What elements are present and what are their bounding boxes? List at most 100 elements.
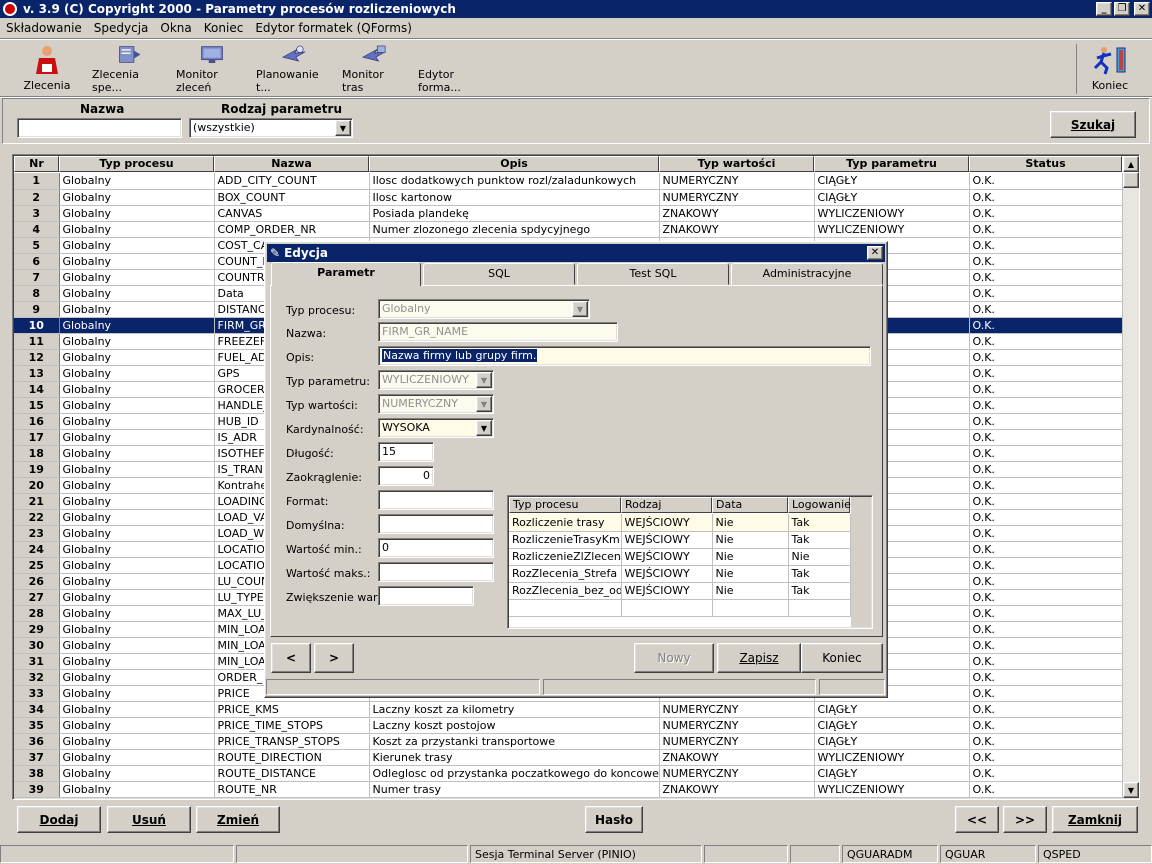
subgrid-cell-data-cennika[interactable]: Nie <box>712 514 789 532</box>
subgrid-cell-rodzaj[interactable]: WEJŚCIOWY <box>621 565 713 583</box>
cell-nr[interactable]: 9 <box>14 301 60 318</box>
cell-typ-procesu[interactable]: Globalny <box>59 749 215 766</box>
subgrid-cell-typ-procesu[interactable]: RozliczenieZlZlecenia_ <box>509 548 622 566</box>
cell-nazwa[interactable]: CANVAS <box>214 205 370 222</box>
password-button[interactable]: Hasło <box>585 806 643 833</box>
cell-status[interactable]: O.K. <box>969 317 1123 334</box>
cell-nr[interactable]: 33 <box>14 685 60 702</box>
col-header-nr[interactable]: Nr <box>14 156 59 172</box>
cell-status[interactable]: O.K. <box>969 557 1123 574</box>
cell-typ-procesu[interactable]: Globalny <box>59 541 215 558</box>
subgrid-cell-logowanie[interactable]: Nie <box>788 548 851 566</box>
cell-typ-procesu[interactable]: Globalny <box>59 269 215 286</box>
cell-typ-procesu[interactable]: Globalny <box>59 653 215 670</box>
cell-nr[interactable]: 36 <box>14 733 60 750</box>
cell-nr[interactable]: 39 <box>14 781 60 798</box>
cell-status[interactable]: O.K. <box>969 205 1123 222</box>
cell-typ-procesu[interactable]: Globalny <box>59 765 215 782</box>
nazwa-field[interactable]: FIRM_GR_NAME <box>378 322 618 342</box>
scroll-down-icon[interactable]: ▼ <box>1123 782 1139 798</box>
cell-status[interactable]: O.K. <box>969 237 1123 254</box>
cell-nr[interactable]: 20 <box>14 477 60 494</box>
cell-nr[interactable]: 34 <box>14 701 60 718</box>
next-page-button[interactable]: >> <box>1003 806 1047 833</box>
subgrid-cell-typ-procesu[interactable]: RozZlecenia_Strefa <box>509 565 622 583</box>
cell-typ-procesu[interactable]: Globalny <box>59 221 215 238</box>
cell-nr[interactable]: 19 <box>14 461 60 478</box>
col-header-typ-procesu[interactable]: Typ procesu <box>59 156 214 172</box>
cell-typ-procesu[interactable]: Globalny <box>59 717 215 734</box>
cell-opis[interactable]: Posiada plandekę <box>369 205 660 222</box>
cell-nr[interactable]: 1 <box>14 173 60 190</box>
wartosc-maks-field[interactable] <box>378 562 494 582</box>
col-header-typ-parametru[interactable]: Typ parametru <box>814 156 969 172</box>
cell-status[interactable]: O.K. <box>969 301 1123 318</box>
filter-rodzaj-select[interactable]: (wszystkie) ▼ <box>189 118 353 138</box>
domyslna-field[interactable] <box>378 514 494 534</box>
cell-status[interactable]: O.K. <box>969 621 1123 638</box>
cell-typ-procesu[interactable]: Globalny <box>59 173 215 190</box>
cell-nr[interactable]: 8 <box>14 285 60 302</box>
subgrid-col-data-cennika[interactable]: Data cennika <box>712 497 788 525</box>
cell-typ-procesu[interactable]: Globalny <box>59 413 215 430</box>
cell-typ-wartosci[interactable]: ZNAKOWY <box>659 749 815 766</box>
cell-status[interactable]: O.K. <box>969 461 1123 478</box>
cell-status[interactable]: O.K. <box>969 765 1123 782</box>
cell-typ-parametru[interactable]: CIĄGŁY <box>814 733 970 750</box>
cell-status[interactable]: O.K. <box>969 445 1123 462</box>
menu-spedycja[interactable]: Spedycja <box>94 21 149 35</box>
cell-opis[interactable]: Kierunek trasy <box>369 749 660 766</box>
cell-nr[interactable]: 31 <box>14 653 60 670</box>
tab-administracyjne[interactable]: Administracyjne <box>731 263 883 285</box>
cell-nr[interactable]: 6 <box>14 253 60 270</box>
cell-nr[interactable]: 25 <box>14 557 60 574</box>
cell-typ-parametru[interactable]: CIĄGŁY <box>814 189 970 206</box>
cell-nr[interactable]: 2 <box>14 189 60 206</box>
cell-status[interactable]: O.K. <box>969 781 1123 798</box>
subgrid-cell-logowanie[interactable]: Tak <box>788 514 851 532</box>
cell-opis[interactable]: Numer trasy <box>369 781 660 798</box>
cell-typ-wartosci[interactable]: NUMERYCZNY <box>659 189 815 206</box>
cell-typ-wartosci[interactable]: NUMERYCZNY <box>659 765 815 782</box>
filter-nazwa-input[interactable] <box>17 118 182 138</box>
subgrid-cell-logowanie[interactable]: Tak <box>788 582 851 600</box>
zaokraglenie-field[interactable]: 0 <box>378 466 434 486</box>
cell-typ-procesu[interactable]: Globalny <box>59 301 215 318</box>
typ-parametru-select[interactable]: WYLICZENIOWY ▼ <box>378 370 494 390</box>
cell-typ-procesu[interactable]: Globalny <box>59 461 215 478</box>
cell-status[interactable]: O.K. <box>969 429 1123 446</box>
cell-status[interactable]: O.K. <box>969 253 1123 270</box>
subgrid-cell-data-cennika[interactable]: Nie <box>712 565 789 583</box>
chevron-down-icon[interactable]: ▼ <box>335 120 351 136</box>
cell-nr[interactable]: 10 <box>14 317 60 334</box>
menu-edytor-formatek[interactable]: Edytor formatek (QForms) <box>255 21 412 35</box>
cell-nr[interactable]: 29 <box>14 621 60 638</box>
cell-typ-procesu[interactable]: Globalny <box>59 557 215 574</box>
cell-typ-parametru[interactable]: WYLICZENIOWY <box>814 781 970 798</box>
cell-typ-parametru[interactable]: CIĄGŁY <box>814 717 970 734</box>
cell-nazwa[interactable]: PRICE_KMS <box>214 701 370 718</box>
chevron-down-icon[interactable]: ▼ <box>476 396 492 412</box>
cell-typ-procesu[interactable]: Globalny <box>59 669 215 686</box>
toolbar-planowanie-tras[interactable]: Planowanie t... <box>256 44 332 94</box>
cell-opis[interactable]: Numer zlozonego zlecenia spdycyjnego <box>369 221 660 238</box>
cell-typ-procesu[interactable]: Globalny <box>59 685 215 702</box>
cell-typ-procesu[interactable]: Globalny <box>59 637 215 654</box>
cell-status[interactable]: O.K. <box>969 269 1123 286</box>
cell-nr[interactable]: 11 <box>14 333 60 350</box>
cell-status[interactable]: O.K. <box>969 493 1123 510</box>
cell-nr[interactable]: 7 <box>14 269 60 286</box>
cell-typ-procesu[interactable]: Globalny <box>59 573 215 590</box>
cell-typ-procesu[interactable]: Globalny <box>59 477 215 494</box>
cell-typ-procesu[interactable]: Globalny <box>59 781 215 798</box>
cell-status[interactable]: O.K. <box>969 509 1123 526</box>
cell-nr[interactable]: 14 <box>14 381 60 398</box>
subgrid-row[interactable]: Rozliczenie trasy WEJŚCIOWY Nie Tak <box>509 514 851 532</box>
cell-status[interactable]: O.K. <box>969 541 1123 558</box>
cell-typ-procesu[interactable]: Globalny <box>59 493 215 510</box>
new-button[interactable]: Nowy <box>634 643 714 673</box>
typ-procesu-select[interactable]: Globalny ▼ <box>378 299 590 319</box>
cell-typ-procesu[interactable]: Globalny <box>59 189 215 206</box>
cell-typ-procesu[interactable]: Globalny <box>59 381 215 398</box>
toolbar-zlecenia[interactable]: Zlecenia <box>22 44 72 94</box>
